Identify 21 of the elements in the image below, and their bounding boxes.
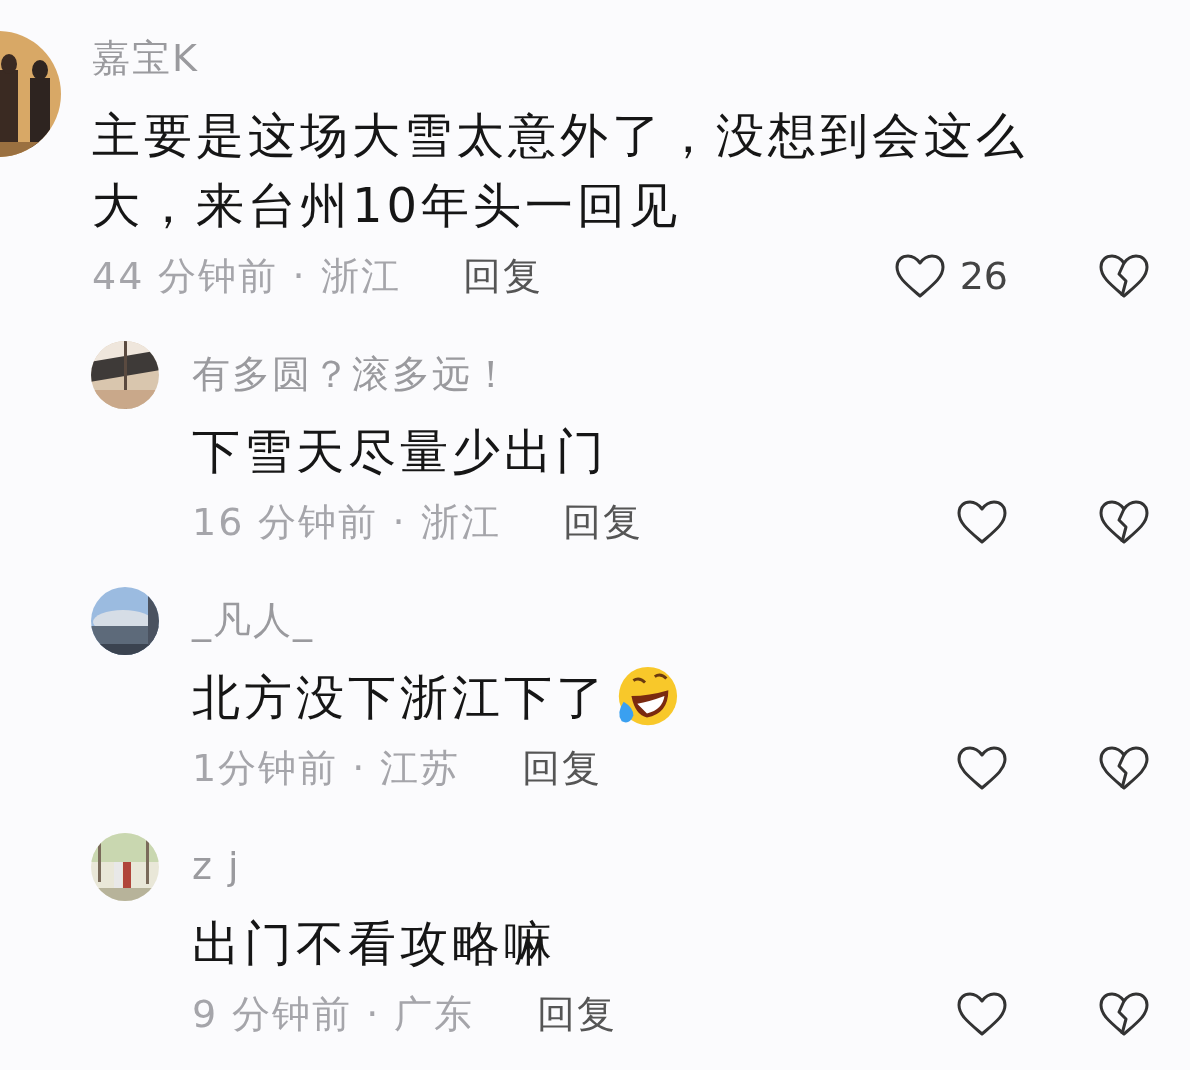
heart-icon[interactable] [956,499,1008,545]
comment-meta: 9 分钟前 · 广东 [192,990,475,1038]
comment-meta: 44 分钟前 · 浙江 [92,252,401,300]
like-count: 26 [959,254,1008,298]
comment-meta: 16 分钟前 · 浙江 [192,498,501,546]
broken-heart-icon[interactable] [1098,991,1150,1037]
comment-text: 下雪天尽量少出门 [192,422,608,481]
comment-text: 主要是这场大雪太意外了，没想到会这么大，来台州10年头一回见 [92,106,1029,235]
reply-button[interactable]: 回复 [522,742,603,794]
broken-heart-icon[interactable] [1098,499,1150,545]
comment-text: 出门不看攻略嘛 [192,914,556,973]
heart-icon[interactable] [956,991,1008,1037]
heart-icon[interactable] [956,745,1008,791]
reply-button[interactable]: 回复 [562,496,643,548]
comment-meta: 1分钟前 · 江苏 [192,744,461,792]
comment-text: 北方没下浙江下了 [192,668,608,727]
broken-heart-icon[interactable] [1098,745,1150,791]
broken-heart-icon[interactable] [1098,253,1150,299]
heart-icon[interactable] [893,253,946,299]
reply-button[interactable]: 回复 [536,988,617,1040]
reply-button[interactable]: 回复 [462,250,543,302]
